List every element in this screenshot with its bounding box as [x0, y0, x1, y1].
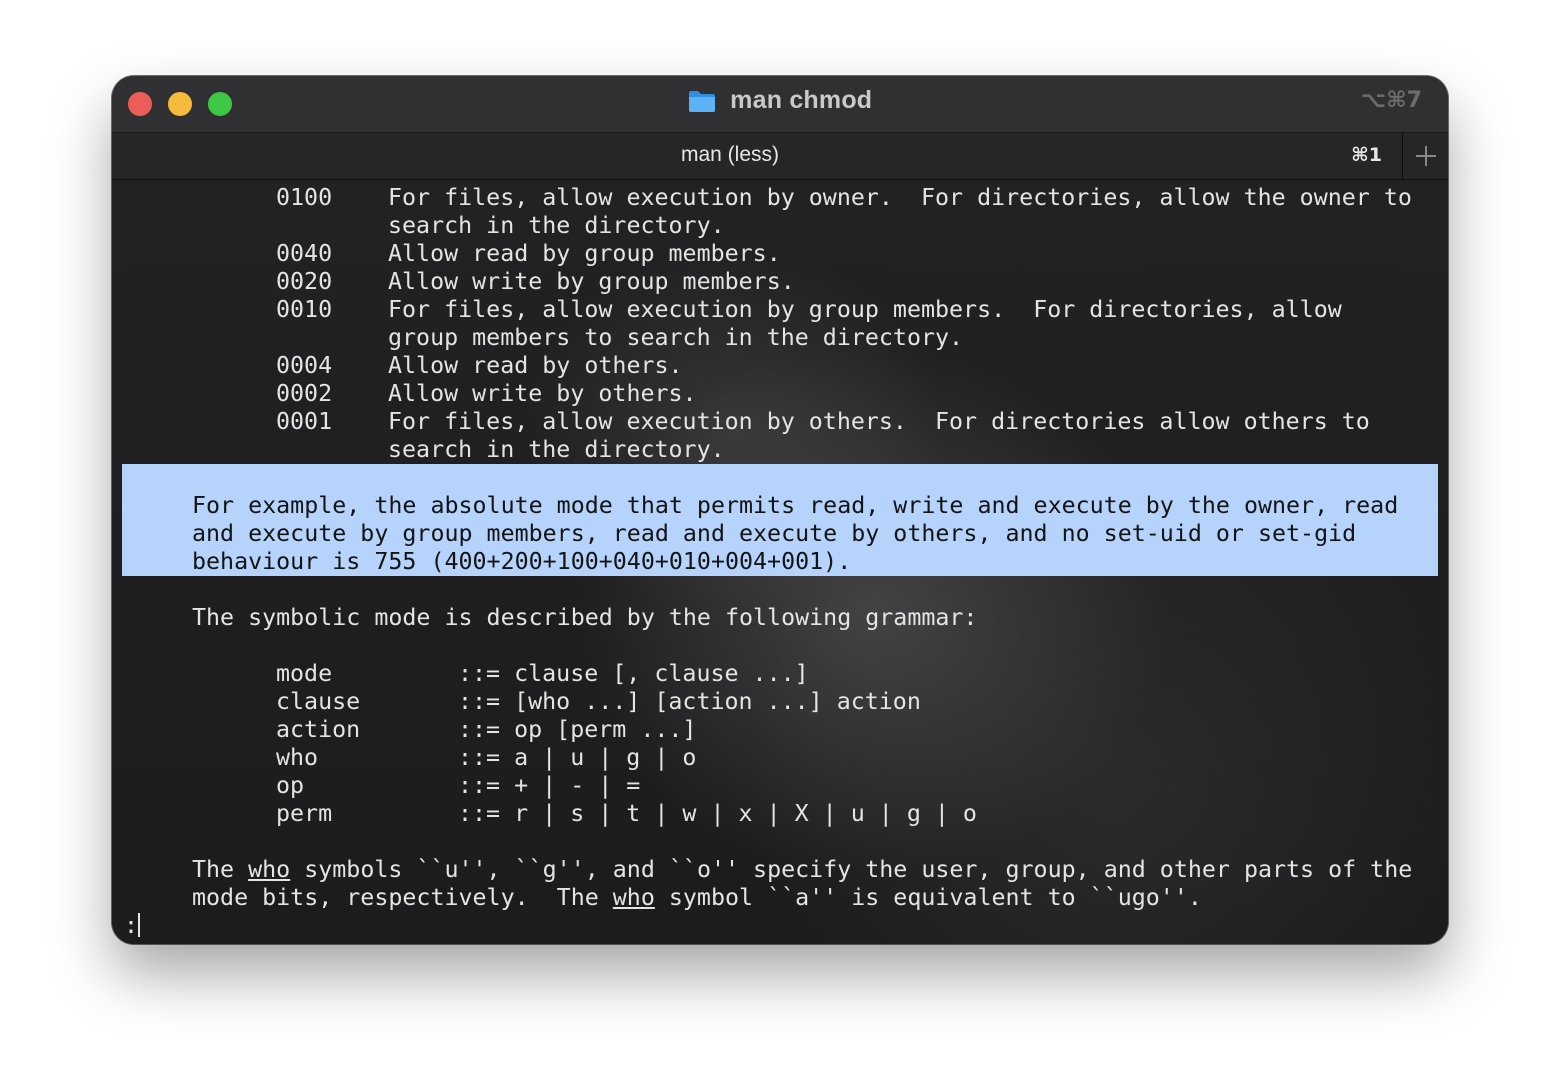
- example-line: For example, the absolute mode that perm…: [192, 492, 1399, 519]
- perm-desc: For files, allow execution by others. Fo…: [388, 408, 1370, 435]
- perm-code: 0010: [276, 296, 333, 323]
- grammar-term: clause: [276, 688, 361, 715]
- perm-desc: For files, allow execution by owner. For…: [388, 184, 1412, 211]
- perm-desc: Allow write by group members.: [388, 268, 795, 295]
- new-tab-button[interactable]: [1402, 133, 1448, 179]
- grammar-term: mode: [276, 660, 333, 687]
- less-prompt[interactable]: :: [124, 912, 141, 940]
- grammar-rule: ::= op [perm ...]: [458, 716, 697, 743]
- terminal-content[interactable]: 0100 For files, allow execution by owner…: [112, 180, 1448, 944]
- perm-code: 0004: [276, 352, 333, 379]
- grammar-term: op: [276, 772, 305, 799]
- text-cursor: [138, 913, 141, 937]
- perm-code: 0020: [276, 268, 333, 295]
- who-line: The who symbols ``u'', ``g'', and ``o'' …: [192, 856, 1412, 884]
- grammar-rule: ::= clause [, clause ...]: [458, 660, 809, 687]
- grammar-rule: ::= a | u | g | o: [458, 744, 697, 771]
- example-line: behaviour is 755 (400+200+100+040+010+00…: [192, 548, 852, 575]
- window-title: man chmod: [730, 86, 873, 114]
- grammar-term: action: [276, 716, 361, 743]
- grammar-intro: The symbolic mode is described by the fo…: [192, 604, 978, 631]
- prompt-char: :: [124, 912, 139, 939]
- text-run: symbol ``a'' is equivalent to ``ugo''.: [654, 884, 1202, 911]
- grammar-rule: ::= [who ...] [action ...] action: [458, 688, 921, 715]
- grammar-term: who: [276, 744, 319, 771]
- tab-man-less[interactable]: man (less): [112, 143, 1348, 167]
- tab-bar: man (less) ⌘1: [112, 132, 1448, 180]
- perm-code: 0040: [276, 240, 333, 267]
- perm-desc: group members to search in the directory…: [388, 324, 964, 351]
- who-line: mode bits, respectively. The who symbol …: [192, 884, 1202, 912]
- plus-icon: [1416, 146, 1436, 166]
- grammar-rule: ::= r | s | t | w | x | X | u | g | o: [458, 800, 977, 827]
- perm-desc: Allow read by others.: [388, 352, 683, 379]
- example-line: and execute by group members, read and e…: [192, 520, 1357, 547]
- who-term: who: [612, 884, 655, 911]
- terminal-window: man chmod ⌥⌘7 man (less) ⌘1 0100 For fil…: [112, 76, 1448, 944]
- perm-code: 0100: [276, 184, 333, 211]
- perm-desc: search in the directory.: [388, 436, 725, 463]
- tab-shortcut: ⌘1: [1351, 144, 1382, 166]
- text-run: symbols ``u'', ``g'', and ``o'' specify …: [290, 856, 1413, 883]
- who-term: who: [248, 856, 291, 883]
- grammar-term: perm: [276, 800, 333, 827]
- perm-code: 0002: [276, 380, 333, 407]
- title-bar[interactable]: man chmod ⌥⌘7: [112, 76, 1448, 132]
- perm-desc: Allow read by group members.: [388, 240, 781, 267]
- perm-desc: For files, allow execution by group memb…: [388, 296, 1342, 323]
- text-run: The: [192, 856, 249, 883]
- perm-desc: search in the directory.: [388, 212, 725, 239]
- perm-desc: Allow write by others.: [388, 380, 697, 407]
- window-title-group: man chmod: [112, 86, 1448, 122]
- grammar-rule: ::= + | - | =: [458, 772, 641, 799]
- text-run: mode bits, respectively. The: [192, 884, 613, 911]
- perm-code: 0001: [276, 408, 333, 435]
- folder-icon: [688, 89, 716, 113]
- window-shortcut: ⌥⌘7: [1360, 88, 1422, 113]
